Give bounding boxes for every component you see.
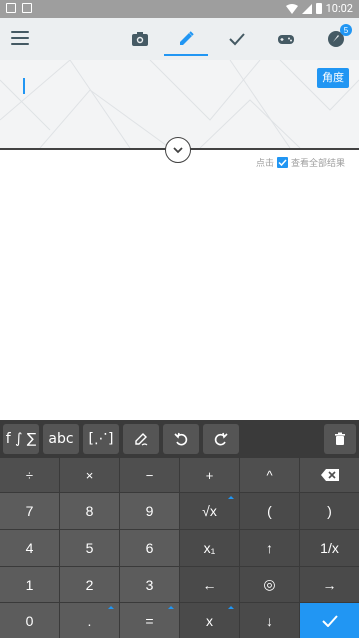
- gamepad-icon: [278, 35, 294, 44]
- close-paren-key[interactable]: ): [300, 493, 359, 529]
- letters-button[interactable]: abc: [43, 424, 79, 454]
- show-all-label: 查看全部结果: [290, 159, 345, 169]
- backspace-icon: [320, 469, 339, 481]
- pencil-icon: [180, 31, 194, 45]
- key-0[interactable]: 0: [0, 603, 59, 638]
- keyboard: ÷ × − + ^ 7 8 9 √x ( ) 4 5 6 x₁ ↑ 1/x 1 …: [0, 458, 359, 638]
- multiply-key[interactable]: ×: [60, 458, 119, 492]
- key-6[interactable]: 6: [120, 530, 179, 566]
- keyboard-toolbar: f ∫ ∑ abc [⋰]: [0, 420, 359, 458]
- divide-key[interactable]: ÷: [0, 458, 59, 492]
- arrow-left-key[interactable]: ←: [180, 567, 239, 602]
- show-all-checkbox[interactable]: [276, 157, 288, 168]
- functions-button[interactable]: f ∫ ∑: [3, 424, 39, 454]
- battery-icon: [315, 3, 322, 14]
- image-notification-icon: [22, 3, 32, 13]
- check-icon: [278, 159, 287, 167]
- chevron-down-icon: [173, 147, 183, 154]
- status-time: 10:02: [325, 2, 353, 15]
- tab-camera[interactable]: [118, 18, 162, 60]
- key-5[interactable]: 5: [60, 530, 119, 566]
- arrow-right-key[interactable]: →: [300, 567, 359, 602]
- redo-button[interactable]: [203, 424, 239, 454]
- text-cursor: [23, 78, 25, 94]
- key-7[interactable]: 7: [0, 493, 59, 529]
- tab-rocket[interactable]: 5: [314, 18, 358, 60]
- variable-x-key[interactable]: x: [180, 603, 239, 638]
- arrow-up-key[interactable]: ↑: [240, 530, 299, 566]
- menu-icon[interactable]: [11, 31, 29, 47]
- signal-icon: [301, 3, 312, 14]
- key-9[interactable]: 9: [120, 493, 179, 529]
- handwriting-icon: [135, 433, 148, 446]
- camera-icon: [132, 32, 148, 46]
- trash-icon: [335, 432, 345, 445]
- key-8[interactable]: 8: [60, 493, 119, 529]
- minus-key[interactable]: −: [120, 458, 179, 492]
- expand-results-button[interactable]: [165, 137, 191, 163]
- wifi-icon: [285, 3, 298, 14]
- tab-check[interactable]: [215, 18, 259, 60]
- decimal-key[interactable]: .: [60, 603, 119, 638]
- notification-icon: [6, 3, 16, 13]
- key-3[interactable]: 3: [120, 567, 179, 602]
- redo-icon: [214, 432, 228, 446]
- undo-button[interactable]: [163, 424, 199, 454]
- undo-icon: [174, 432, 188, 446]
- key-4[interactable]: 4: [0, 530, 59, 566]
- cursor-center-key[interactable]: ◎: [240, 567, 299, 602]
- check-icon: [229, 33, 245, 46]
- equals-key[interactable]: =: [120, 603, 179, 638]
- handwriting-button[interactable]: [123, 424, 159, 454]
- enter-key[interactable]: [300, 603, 359, 638]
- subscript-key[interactable]: x₁: [180, 530, 239, 566]
- plus-key[interactable]: +: [180, 458, 239, 492]
- notification-badge: 5: [340, 24, 352, 36]
- check-icon: [321, 614, 338, 627]
- tab-edit[interactable]: [164, 18, 208, 60]
- show-all-prefix: 点击: [255, 159, 274, 169]
- expression-input-area[interactable]: 角度: [0, 60, 359, 148]
- power-key[interactable]: ^: [240, 458, 299, 492]
- sqrt-key[interactable]: √x: [180, 493, 239, 529]
- arrow-down-key[interactable]: ↓: [240, 603, 299, 638]
- angle-mode-button[interactable]: 角度: [317, 68, 349, 88]
- geometric-background: [0, 60, 359, 148]
- matrix-button[interactable]: [⋰]: [83, 424, 119, 454]
- open-paren-key[interactable]: (: [240, 493, 299, 529]
- key-2[interactable]: 2: [60, 567, 119, 602]
- top-toolbar: 5: [0, 18, 359, 60]
- tab-game[interactable]: [264, 18, 308, 60]
- backspace-key[interactable]: [300, 458, 359, 492]
- reciprocal-key[interactable]: 1/x: [300, 530, 359, 566]
- status-bar: 10:02: [0, 0, 359, 18]
- clear-button[interactable]: [324, 424, 356, 454]
- key-1[interactable]: 1: [0, 567, 59, 602]
- show-all-results: 点击 查看全部结果: [256, 156, 345, 169]
